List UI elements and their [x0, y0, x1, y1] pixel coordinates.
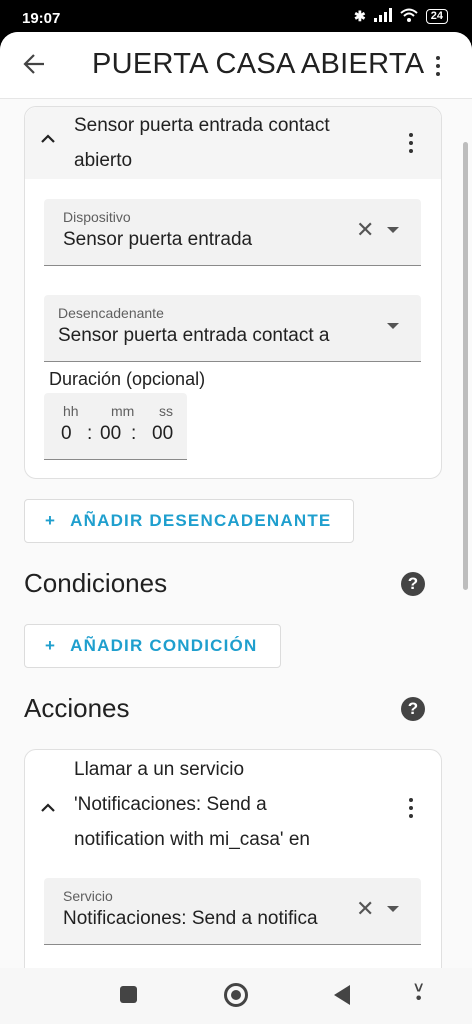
action-card-header[interactable]: Llamar a un servicio 'Notificaciones: Se…	[25, 750, 441, 860]
scrollbar[interactable]	[463, 142, 468, 590]
trigger-title-line1: Sensor puerta entrada contact	[74, 115, 330, 136]
conditions-heading: Condiciones	[24, 568, 168, 598]
dropdown-caret-icon[interactable]	[387, 906, 399, 912]
status-icons: ✱ 24	[354, 8, 448, 25]
plus-icon: +	[45, 636, 57, 655]
back-arrow-icon[interactable]	[22, 50, 48, 78]
help-circle-icon[interactable]: ?	[401, 697, 425, 721]
actions-heading: Acciones	[24, 693, 130, 723]
device-select[interactable]: Dispositivo Sensor puerta entrada ✕	[44, 199, 421, 266]
add-trigger-label: AÑADIR DESENCADENANTE	[70, 511, 332, 530]
trigger-card: Sensor puerta entrada contact abierto Di…	[24, 106, 442, 479]
add-condition-button[interactable]: + AÑADIR CONDICIÓN	[24, 624, 281, 668]
wifi-icon	[400, 8, 418, 25]
ss-value[interactable]: 00	[152, 423, 173, 445]
action-card: Llamar a un servicio 'Notificaciones: Se…	[24, 749, 442, 968]
hh-label: hh	[63, 403, 79, 419]
duration-input[interactable]: hh mm ss 0 : 00 : 00	[44, 393, 187, 460]
add-trigger-button[interactable]: + AÑADIR DESENCADENANTE	[24, 499, 354, 543]
action-title-line2: 'Notificaciones: Send a	[74, 794, 267, 815]
page-title: PUERTA CASA ABIERTA	[92, 48, 425, 80]
time-separator: :	[131, 423, 137, 444]
duration-label: Duración (opcional)	[49, 369, 206, 389]
nav-back-icon[interactable]	[334, 985, 350, 1005]
mm-value[interactable]: 00	[100, 423, 121, 445]
more-vert-icon[interactable]	[407, 133, 415, 153]
hh-value[interactable]: 0	[61, 423, 72, 445]
status-bar: 19:07 ✱ 24	[0, 0, 472, 34]
trigger-select[interactable]: Desencadenante Sensor puerta entrada con…	[44, 295, 421, 362]
trigger-label: Desencadenante	[58, 305, 164, 321]
trigger-title-line2: abierto	[74, 150, 133, 171]
hide-nav-icon[interactable]: ˅ •	[414, 981, 423, 1007]
home-icon[interactable]	[224, 983, 248, 1007]
chevron-up-icon[interactable]	[41, 800, 55, 818]
dropdown-caret-icon[interactable]	[387, 323, 399, 329]
time-separator: :	[87, 423, 93, 444]
more-vert-icon[interactable]	[407, 798, 415, 818]
trigger-card-header[interactable]: Sensor puerta entrada contact abierto	[25, 107, 441, 179]
help-circle-icon[interactable]: ?	[401, 572, 425, 596]
service-value: Notificaciones: Send a notifica	[63, 908, 318, 929]
plus-icon: +	[45, 511, 57, 530]
service-select[interactable]: Servicio Notificaciones: Send a notifica…	[44, 878, 421, 945]
clear-icon[interactable]: ✕	[356, 896, 374, 922]
app-window: PUERTA CASA ABIERTA Sensor puerta entrad…	[0, 32, 472, 968]
signal-icon	[373, 8, 392, 25]
clear-icon[interactable]: ✕	[356, 217, 374, 243]
battery-icon: 24	[425, 9, 448, 24]
chevron-up-icon[interactable]	[41, 131, 55, 149]
recents-icon[interactable]	[120, 986, 137, 1003]
dropdown-caret-icon[interactable]	[387, 227, 399, 233]
ss-label: ss	[159, 403, 173, 419]
top-app-bar: PUERTA CASA ABIERTA	[0, 32, 472, 99]
trigger-value: Sensor puerta entrada contact a	[58, 325, 330, 346]
bluetooth-icon: ✱	[354, 8, 366, 24]
add-condition-label: AÑADIR CONDICIÓN	[70, 636, 258, 655]
status-time: 19:07	[22, 10, 61, 27]
device-value: Sensor puerta entrada	[63, 229, 253, 250]
mm-label: mm	[111, 403, 135, 419]
service-label: Servicio	[63, 888, 113, 904]
more-vert-icon[interactable]	[434, 56, 442, 76]
action-title-line3: notification with mi_casa' en	[74, 829, 310, 850]
action-title-line1: Llamar a un servicio	[74, 759, 245, 780]
device-label: Dispositivo	[63, 209, 131, 225]
